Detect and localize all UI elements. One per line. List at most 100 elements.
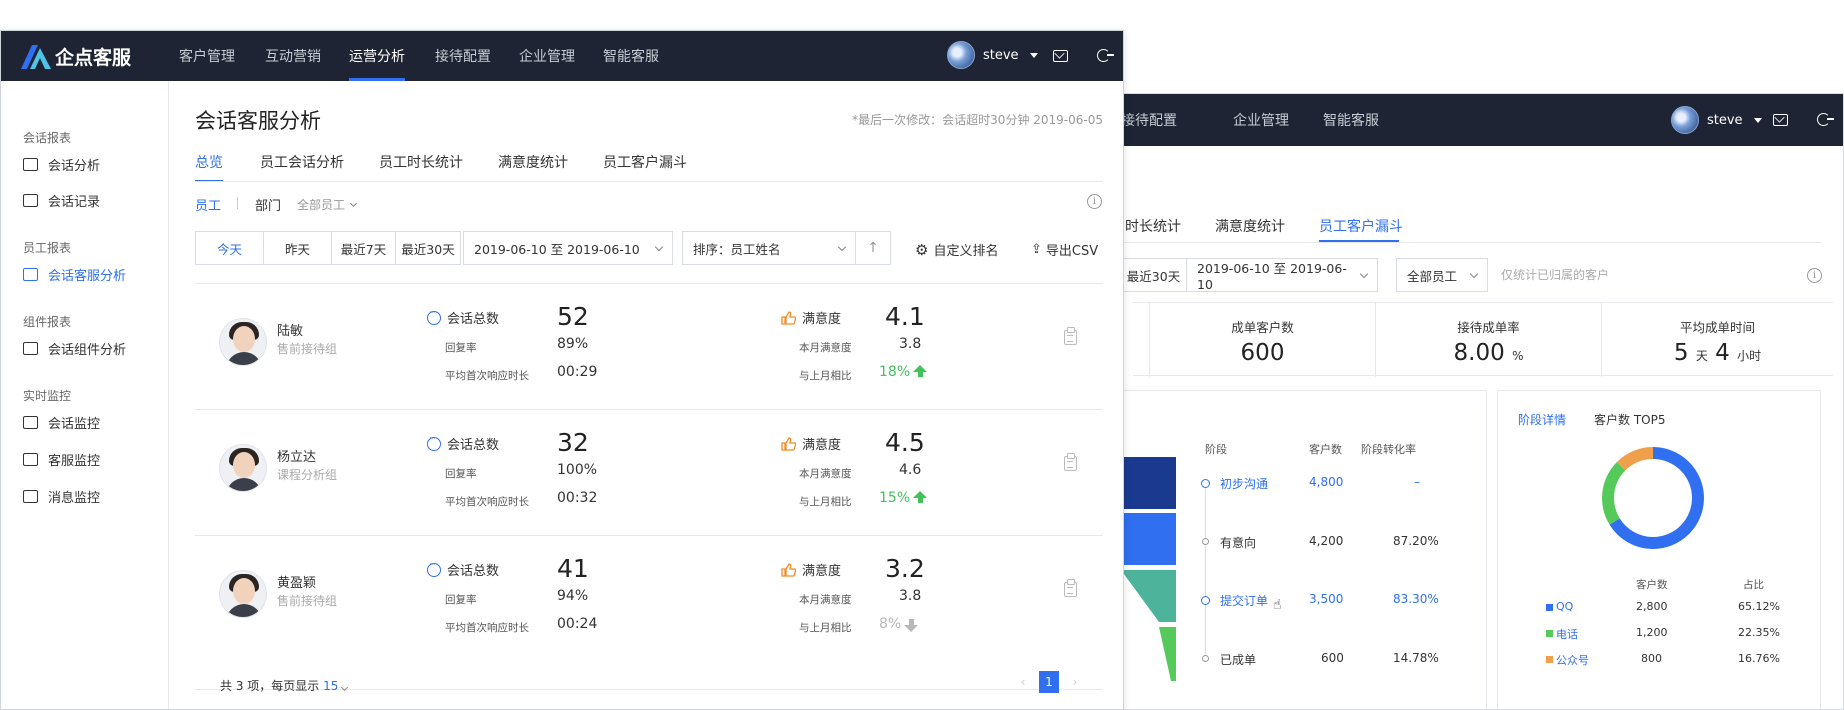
- date-btn-30days[interactable]: 最近30天: [1121, 258, 1187, 292]
- next-page-button[interactable]: ›: [1065, 671, 1085, 693]
- sidebar-item-agent-analysis[interactable]: 会话客服分析: [23, 265, 126, 284]
- logout-icon[interactable]: [1817, 113, 1834, 126]
- sidebar-item-label: 消息监控: [48, 491, 101, 506]
- nav-label: 互动营销: [265, 49, 321, 65]
- stage-rate: 14.78%: [1393, 651, 1439, 665]
- clipboard-icon[interactable]: [1064, 453, 1077, 471]
- info-icon[interactable]: i: [1087, 194, 1102, 209]
- tab-customer-funnel[interactable]: 员工客户漏斗: [1319, 216, 1403, 236]
- chevron-down-icon: [1029, 52, 1038, 58]
- date-btn-30days[interactable]: 最近30天: [396, 232, 460, 264]
- clipboard-icon[interactable]: [1064, 579, 1077, 597]
- nav-customer-mgmt[interactable]: 客户管理: [179, 31, 235, 81]
- avatar: [219, 318, 267, 366]
- tab-duration[interactable]: 时长统计: [1125, 216, 1181, 236]
- tab-duration[interactable]: 员工时长统计: [379, 152, 463, 172]
- all-employees-select[interactable]: 全部员工: [297, 196, 358, 213]
- employee-select[interactable]: 全部员工: [1396, 258, 1488, 292]
- nav-reception-config[interactable]: 接待配置: [1121, 94, 1177, 146]
- funnel-header-rate: 阶段转化率: [1361, 443, 1416, 456]
- page-size-select[interactable]: 15: [323, 679, 338, 693]
- tab-top5[interactable]: 客户数 TOP5: [1594, 411, 1665, 428]
- sidebar-item-widget-analysis[interactable]: 会话组件分析: [23, 339, 126, 358]
- channel-count: 800: [1641, 652, 1662, 665]
- tab-customer-funnel[interactable]: 员工客户漏斗: [603, 152, 687, 172]
- sidebar-item-session-analysis[interactable]: 会话分析: [23, 155, 100, 174]
- export-csv-button[interactable]: ⇪ 导出CSV: [1031, 240, 1098, 259]
- channel-official[interactable]: 公众号: [1556, 652, 1589, 668]
- monitor-icon: [23, 416, 38, 429]
- stage-rate: –: [1414, 475, 1420, 489]
- metric-label: 满意度: [802, 564, 842, 579]
- metric-avg-first-resp: 00:24: [557, 616, 598, 632]
- date-range-select[interactable]: 2019-06-10 至 2019-06-10: [1186, 258, 1378, 292]
- detail-panel: 阶段详情 客户数 TOP5 客户数 占比 QQ 2,800 65.12% 电话 …: [1497, 390, 1821, 709]
- date-btn-yesterday[interactable]: 昨天: [264, 232, 332, 264]
- tab-overview[interactable]: 总览: [195, 152, 223, 182]
- user-menu[interactable]: steve: [1671, 106, 1762, 134]
- sidebar-item-message-monitor[interactable]: 消息监控: [23, 487, 100, 506]
- tab-stage-detail[interactable]: 阶段详情: [1518, 411, 1566, 428]
- nav-smart-service[interactable]: 智能客服: [603, 31, 659, 81]
- nav-reception-config[interactable]: 接待配置: [435, 31, 491, 81]
- stat-orders: 成单客户数 600: [1149, 303, 1375, 377]
- sidebar-item-session-records[interactable]: 会话记录: [23, 191, 100, 210]
- logout-icon[interactable]: [1097, 49, 1114, 62]
- stage-count: 600: [1321, 651, 1344, 665]
- stat-avg-time: 平均成单时间 5 天 4 小时: [1601, 303, 1833, 377]
- date-range-select[interactable]: 2019-06-10 至 2019-06-10: [463, 231, 673, 265]
- metric-label: 回复率: [445, 342, 477, 354]
- mail-icon[interactable]: [1773, 114, 1788, 126]
- clipboard-icon[interactable]: [1064, 327, 1077, 345]
- custom-rank-button[interactable]: ⚙ 自定义排名: [915, 240, 998, 260]
- date-btn-7days[interactable]: 最近7天: [332, 232, 396, 264]
- stage-link-1[interactable]: 初步沟通: [1220, 475, 1268, 492]
- nav-label: 企业管理: [519, 49, 575, 65]
- funnel-bar-4: [1159, 627, 1176, 681]
- tab-agent-sessions[interactable]: 员工会话分析: [260, 152, 344, 172]
- arrow-up-icon: ↑: [867, 240, 879, 256]
- stage-label-2: 有意向: [1220, 536, 1257, 550]
- message-icon: [23, 194, 38, 207]
- metric-label: 满意度: [802, 312, 842, 327]
- channel-phone[interactable]: 电话: [1556, 626, 1578, 642]
- tab-satisfaction[interactable]: 满意度统计: [498, 152, 568, 172]
- sidebar-item-session-monitor[interactable]: 会话监控: [23, 413, 100, 432]
- page-number-button[interactable]: 1: [1039, 671, 1059, 693]
- sort-select[interactable]: 排序：员工姓名: [682, 231, 856, 265]
- stage-dot: [1201, 479, 1210, 488]
- prev-page-button[interactable]: ‹: [1013, 671, 1033, 693]
- stage-count: 3,500: [1309, 592, 1344, 606]
- employee-card: 陆敏售前接待组 会话总数 52 回复率 89% 平均首次响应时长 00:29 满意度 4.1 本月…: [195, 283, 1103, 409]
- filter-employee[interactable]: 员工: [195, 195, 221, 214]
- stat-unit: 天: [1695, 349, 1708, 363]
- metric-total-head: 会话总数: [427, 308, 499, 327]
- filter-department[interactable]: 部门: [255, 195, 281, 214]
- mail-icon[interactable]: [1053, 50, 1068, 62]
- brand-logo[interactable]: 企点客服: [21, 43, 131, 70]
- info-icon[interactable]: i: [1807, 268, 1822, 283]
- sidebar-item-label: 会话分析: [48, 159, 101, 174]
- metric-label: 会话总数: [447, 312, 500, 327]
- nav-enterprise-mgmt[interactable]: 企业管理: [519, 31, 575, 81]
- stat-value: 600: [1240, 340, 1285, 366]
- tab-satisfaction[interactable]: 满意度统计: [1215, 216, 1285, 236]
- stage-dot: [1201, 596, 1210, 605]
- nav-marketing[interactable]: 互动营销: [265, 31, 321, 81]
- sort-order-button[interactable]: ↑: [855, 231, 891, 265]
- trend-up-icon: [913, 364, 928, 377]
- widget-icon: [23, 342, 38, 355]
- stage-dot: [1202, 538, 1209, 545]
- date-btn-today[interactable]: 今天: [196, 232, 264, 264]
- nav-operations-analysis[interactable]: 运营分析: [349, 31, 405, 81]
- sidebar-item-agent-monitor[interactable]: 客服监控: [23, 450, 100, 469]
- thumbs-up-icon: [781, 562, 797, 577]
- user-menu[interactable]: steve: [947, 41, 1038, 69]
- channel-qq[interactable]: QQ: [1556, 600, 1573, 613]
- stage-link-3[interactable]: 提交订单: [1220, 592, 1268, 609]
- metric-change-value: 15%: [879, 490, 911, 506]
- metric-satisfaction-value: 4.1: [885, 302, 925, 331]
- metric-label: 本月满意度: [799, 342, 852, 354]
- nav-enterprise-mgmt[interactable]: 企业管理: [1233, 94, 1289, 146]
- nav-smart-service[interactable]: 智能客服: [1323, 94, 1379, 146]
